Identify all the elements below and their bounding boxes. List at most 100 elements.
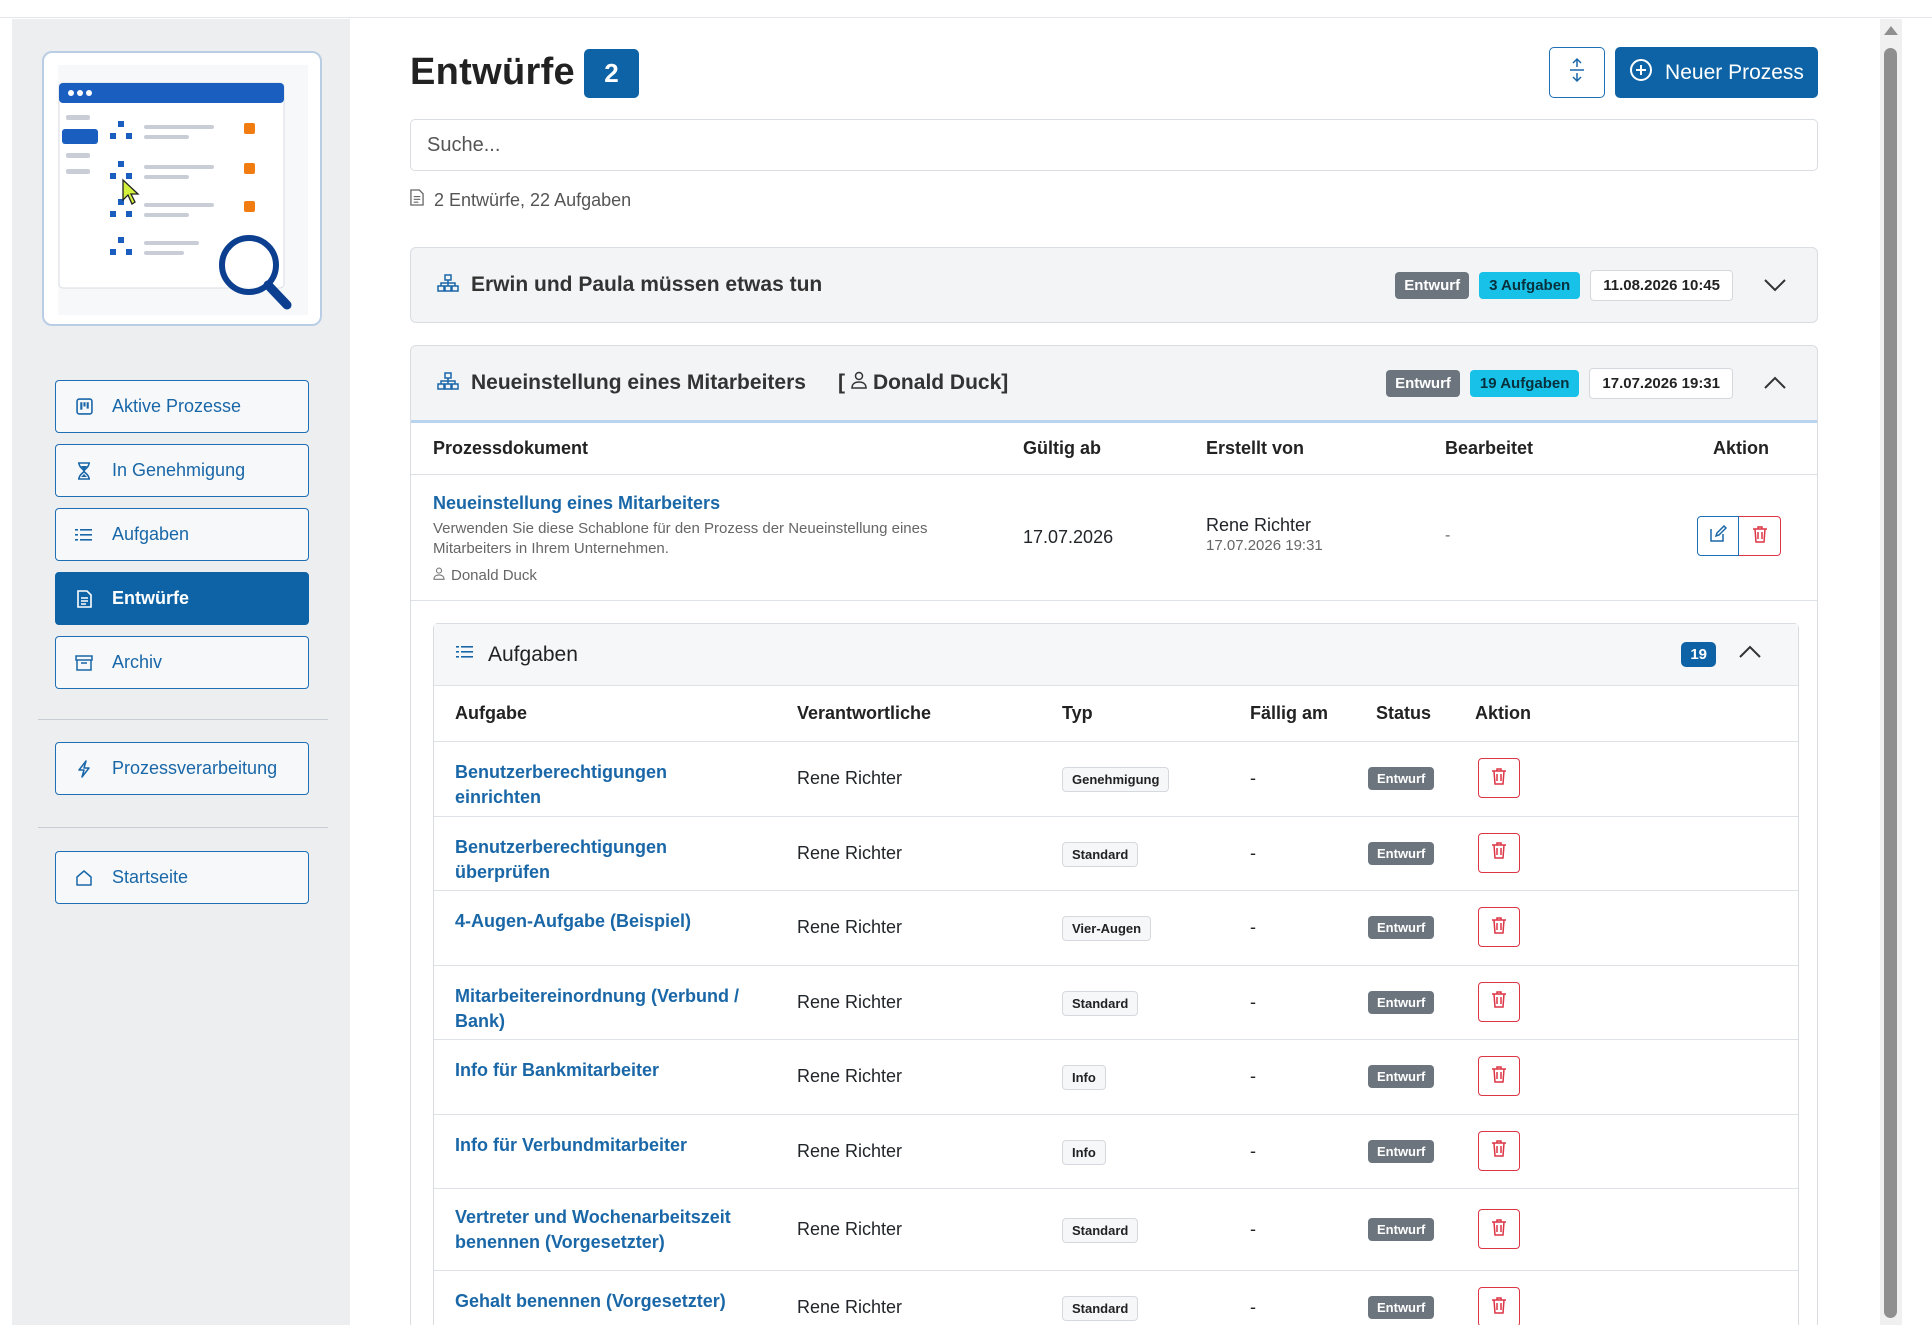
trash-icon — [1491, 767, 1507, 790]
col-bearbeitet: Bearbeitet — [1445, 438, 1534, 458]
sidebar-item-entwuerfe[interactable]: Entwürfe — [55, 572, 309, 625]
list-icon — [456, 644, 474, 665]
task-status-badge: Entwurf — [1368, 841, 1435, 865]
task-type-badge: Standard — [1062, 1296, 1139, 1321]
task-due: - — [1250, 991, 1256, 1012]
document-edited: - — [1445, 527, 1451, 544]
delete-button[interactable] — [1478, 1130, 1520, 1171]
plus-circle-icon — [1629, 58, 1653, 88]
search-input[interactable] — [410, 119, 1818, 171]
chevron-up-icon[interactable] — [1763, 371, 1787, 395]
tasks-table-header: Aufgabe Verantwortliche Typ Fällig am St… — [434, 686, 1798, 742]
process-card: Neueinstellung eines Mitarbeiters [ Dona… — [410, 345, 1818, 1325]
sidebar-item-label: In Genehmigung — [112, 460, 246, 480]
task-due: - — [1250, 1066, 1256, 1086]
chevron-up-icon[interactable] — [1738, 645, 1762, 664]
tasks-count-badge: 19 — [1681, 642, 1716, 667]
trash-icon — [1491, 916, 1507, 939]
sidebar-item-label: Entwürfe — [112, 588, 190, 608]
task-name-link[interactable]: Benutzerberechtigungen einrichten — [455, 760, 755, 810]
task-status-badge: Entwurf — [1368, 990, 1435, 1014]
delete-button[interactable] — [1478, 832, 1520, 873]
table-row: Vertreter und Wochenarbeitszeit benennen… — [434, 1189, 1798, 1271]
task-status-badge: Entwurf — [1368, 1139, 1435, 1163]
delete-button[interactable] — [1478, 1287, 1520, 1325]
task-owner: Rene Richter — [797, 768, 903, 788]
date-badge: 11.08.2026 10:45 — [1590, 269, 1733, 301]
sidebar-item-prozessverarbeitung[interactable]: Prozessverarbeitung — [55, 742, 309, 795]
task-type-badge: Standard — [1062, 990, 1139, 1016]
task-name-link[interactable]: Vertreter und Wochenarbeitszeit benennen… — [455, 1205, 755, 1255]
col-erstellt-von: Erstellt von — [1206, 438, 1305, 458]
col-faellig-am: Fällig am — [1250, 703, 1329, 723]
kanban-icon — [74, 397, 94, 417]
sidebar-item-archiv[interactable]: Archiv — [55, 636, 309, 689]
delete-button[interactable] — [1739, 516, 1781, 556]
main-content: Entwürfe 2 Neuer Prozess 2 Entwürfe, 22 … — [350, 19, 1880, 1325]
process-body: Prozessdokument Gültig ab Erstellt von B… — [411, 420, 1817, 1325]
task-name-link[interactable]: Gehalt benennen (Vorgesetzter) — [455, 1289, 755, 1314]
process-card: Erwin und Paula müssen etwas tun Entwurf… — [410, 247, 1818, 323]
task-name-link[interactable]: Info für Verbundmitarbeiter — [455, 1133, 755, 1158]
sidebar-item-startseite[interactable]: Startseite — [55, 851, 309, 904]
sidebar-item-in-genehmigung[interactable]: In Genehmigung — [55, 444, 309, 497]
sidebar-item-label: Prozessverarbeitung — [112, 758, 278, 778]
col-prozessdokument: Prozessdokument — [433, 438, 589, 458]
document-table-header: Prozessdokument Gültig ab Erstellt von B… — [411, 423, 1817, 475]
process-header[interactable]: Neueinstellung eines Mitarbeiters [ Dona… — [411, 346, 1817, 420]
diagram-icon — [437, 273, 459, 297]
document-created-by: Rene Richter — [1206, 515, 1312, 535]
app-illustration — [42, 51, 322, 326]
col-aufgabe: Aufgabe — [455, 703, 527, 723]
trash-icon — [1752, 525, 1768, 548]
task-type-badge: Genehmigung — [1062, 767, 1170, 792]
drafts-summary: 2 Entwürfe, 22 Aufgaben — [410, 189, 631, 211]
tasks-title: Aufgaben — [488, 642, 578, 666]
task-due: - — [1250, 1219, 1256, 1239]
task-due: - — [1250, 917, 1256, 937]
task-name-link[interactable]: Mitarbeitereinordnung (Verbund / Bank) — [455, 984, 755, 1034]
task-status-badge: Entwurf — [1368, 767, 1435, 790]
task-name-link[interactable]: Benutzerberechtigungen überprüfen — [455, 835, 755, 885]
edit-button[interactable] — [1697, 516, 1739, 556]
scrollbar-thumb[interactable] — [1884, 48, 1897, 1318]
sidebar-item-aufgaben[interactable]: Aufgaben — [55, 508, 309, 561]
delete-button[interactable] — [1478, 981, 1520, 1022]
sidebar-item-aktive-prozesse[interactable]: Aktive Prozesse — [55, 380, 309, 433]
task-name-link[interactable]: 4-Augen-Aufgabe (Beispiel) — [455, 909, 755, 934]
tasks-count-badge: 19 Aufgaben — [1469, 369, 1580, 397]
task-due: - — [1250, 1297, 1256, 1317]
table-row: Info für Verbundmitarbeiter Rene Richter I… — [434, 1115, 1798, 1189]
trash-icon — [1491, 990, 1507, 1013]
document-valid-from: 17.07.2026 — [1023, 527, 1114, 547]
process-search-illustration — [58, 65, 308, 315]
chevron-down-icon[interactable] — [1763, 273, 1787, 297]
delete-button[interactable] — [1478, 1056, 1520, 1096]
new-process-button[interactable]: Neuer Prozess — [1615, 47, 1818, 98]
status-badge: Entwurf — [1395, 271, 1470, 299]
scroll-up-arrow[interactable] — [1884, 26, 1898, 35]
top-bar — [0, 0, 1932, 18]
document-created-at: 17.07.2026 19:31 — [1206, 537, 1323, 554]
task-name-link[interactable]: Info für Bankmitarbeiter — [455, 1058, 755, 1083]
hourglass-icon — [74, 461, 94, 481]
task-due: - — [1250, 768, 1256, 788]
table-row: Mitarbeitereinordnung (Verbund / Bank) Re… — [434, 966, 1798, 1040]
process-title: Neueinstellung eines Mitarbeiters — [471, 371, 806, 394]
tasks-header[interactable]: Aufgaben 19 — [434, 624, 1798, 686]
tasks-card: Aufgaben 19 Aufgabe Verantwortliche Typ … — [433, 623, 1799, 1325]
delete-button[interactable] — [1478, 758, 1520, 798]
document-title-link[interactable]: Neueinstellung eines Mitarbeiters — [433, 493, 720, 514]
process-header[interactable]: Erwin und Paula müssen etwas tun Entwurf… — [411, 248, 1817, 322]
col-typ: Typ — [1062, 703, 1093, 723]
delete-button[interactable] — [1478, 907, 1520, 947]
task-owner: Rene Richter — [797, 991, 903, 1012]
collapse-all-button[interactable] — [1549, 47, 1605, 98]
delete-button[interactable] — [1478, 1209, 1520, 1249]
trash-icon — [1491, 1296, 1507, 1319]
col-verantwortliche: Verantwortliche — [797, 703, 932, 723]
col-aktion: Aktion — [1475, 703, 1531, 723]
document-owner: Donald Duck — [433, 567, 537, 584]
summary-text: 2 Entwürfe, 22 Aufgaben — [434, 189, 632, 210]
task-type-badge: Vier-Augen — [1062, 916, 1152, 941]
